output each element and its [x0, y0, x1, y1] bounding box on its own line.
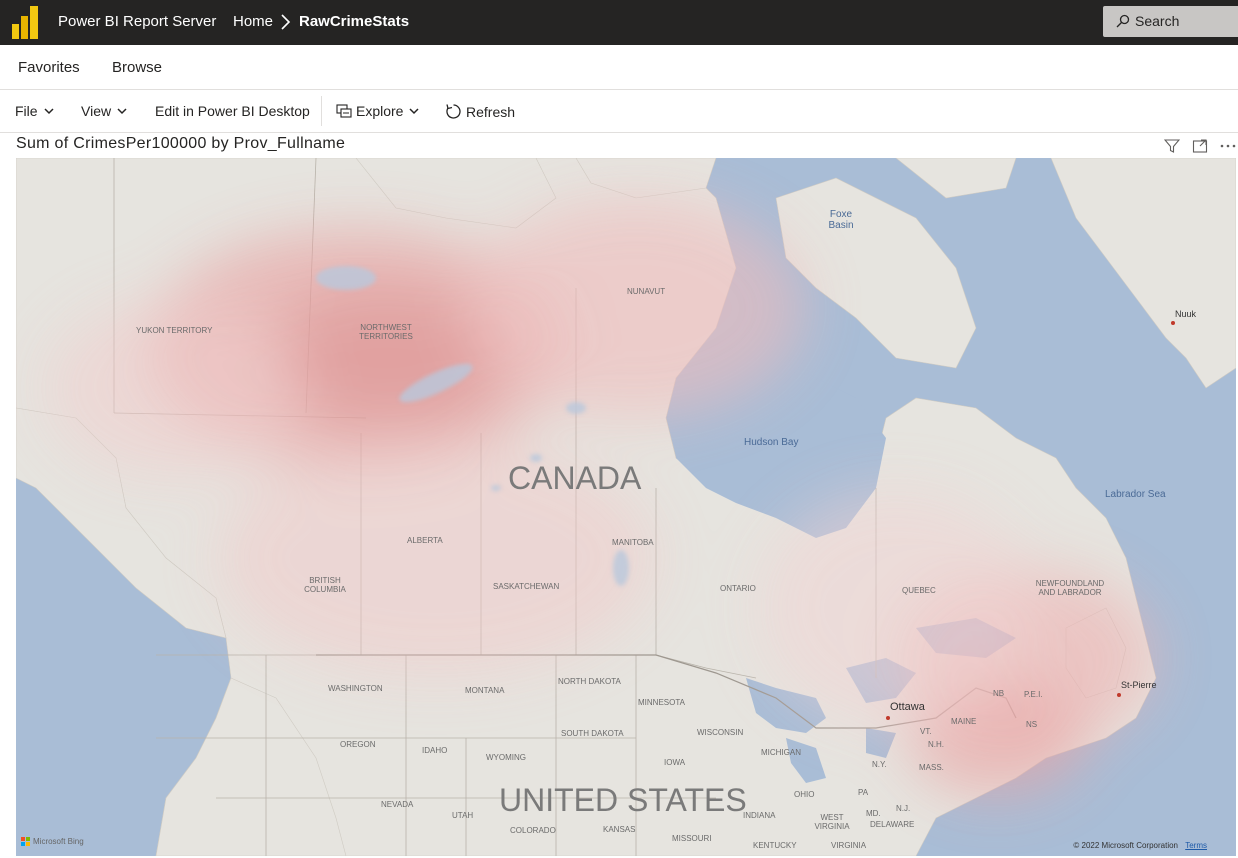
map-label-hudson-bay: Hudson Bay: [744, 437, 799, 448]
explore-menu-label: Explore: [356, 103, 404, 119]
chevron-down-icon: [409, 108, 419, 115]
nav-bar: Favorites Browse: [0, 45, 1238, 90]
map-label-pa: PA: [858, 788, 869, 797]
map-label-oregon: OREGON: [340, 740, 376, 749]
map-label-nl: NEWFOUNDLAND AND LABRADOR: [1035, 579, 1105, 597]
map-copyright: © 2022 Microsoft Corporation: [1073, 841, 1178, 850]
microsoft-logo-icon: [21, 837, 30, 846]
search-icon: [1116, 14, 1130, 28]
city-dot-nuuk: [1171, 321, 1175, 325]
refresh-icon: [446, 104, 461, 119]
map-label-ontario: ONTARIO: [720, 584, 756, 593]
map-label-nj: N.J.: [896, 804, 911, 813]
top-bar: Power BI Report Server Home RawCrimeStat…: [0, 0, 1238, 45]
map-label-south-dakota: SOUTH DAKOTA: [561, 729, 624, 738]
more-options-icon[interactable]: [1219, 138, 1237, 154]
map-label-montana: MONTANA: [465, 686, 505, 695]
map-label-maine: MAINE: [951, 717, 977, 726]
map-label-nuuk: Nuuk: [1175, 309, 1197, 319]
map-label-minnesota: MINNESOTA: [638, 698, 685, 707]
map-label-ns: NS: [1026, 720, 1038, 729]
map-basemap: [16, 158, 1236, 856]
map-label-vt: VT.: [920, 727, 932, 736]
map-label-west-virginia: WEST VIRGINIA: [814, 813, 850, 831]
map-label-bc: BRITISH COLUMBIA: [304, 576, 346, 594]
power-bi-logo-icon: [12, 6, 38, 39]
chevron-right-icon: [281, 14, 291, 30]
view-menu-button[interactable]: View: [81, 103, 129, 119]
map-label-virginia: VIRGINIA: [831, 841, 867, 850]
map-label-ottawa: Ottawa: [890, 701, 925, 713]
map-label-indiana: INDIANA: [743, 811, 776, 820]
visual-title: Sum of CrimesPer100000 by Prov_Fullname: [16, 135, 346, 152]
map-label-md: MD.: [866, 809, 881, 818]
map-label-ohio: OHIO: [794, 790, 815, 799]
refresh-label: Refresh: [466, 103, 516, 120]
map-label-utah: UTAH: [452, 811, 474, 820]
search-box[interactable]: Search: [1103, 6, 1238, 37]
map-label-kansas: KANSAS: [603, 825, 636, 834]
breadcrumb-home[interactable]: Home: [233, 13, 273, 30]
map-label-ny: N.Y.: [872, 760, 887, 769]
chevron-down-icon: [44, 108, 54, 115]
city-dot-st-pierre: [1117, 693, 1121, 697]
refresh-button[interactable]: Refresh: [445, 103, 515, 120]
map-visual[interactable]: YUKON TERRITORY NORTHWEST TERRITORIES NU…: [16, 158, 1236, 856]
nav-favorites[interactable]: Favorites: [18, 59, 80, 76]
filter-icon[interactable]: [1164, 138, 1180, 154]
bing-attribution: Microsoft Bing: [21, 837, 84, 846]
map-label-michigan: MICHIGAN: [761, 748, 801, 757]
map-label-labrador-sea: Labrador Sea: [1105, 489, 1166, 500]
map-label-nwt: NORTHWEST TERRITORIES: [359, 323, 413, 341]
map-label-manitoba: MANITOBA: [612, 538, 654, 547]
map-label-canada: CANADA: [508, 460, 642, 496]
map-label-mass: MASS.: [919, 763, 944, 772]
map-label-foxe-basin: Foxe Basin: [828, 209, 854, 231]
toolbar-divider: [321, 96, 322, 126]
map-label-iowa: IOWA: [664, 758, 686, 767]
explore-icon: [336, 104, 352, 118]
map-label-colorado: COLORADO: [510, 826, 556, 835]
search-label: Search: [1135, 13, 1180, 29]
chevron-down-icon: [117, 108, 127, 115]
nav-browse[interactable]: Browse: [112, 59, 162, 76]
city-dot-ottawa: [886, 716, 890, 720]
bing-label: Microsoft Bing: [33, 837, 84, 846]
map-label-united-states: UNITED STATES: [499, 782, 747, 818]
map-label-st-pierre: St-Pierre: [1121, 680, 1157, 690]
map-label-quebec: QUEBEC: [902, 586, 936, 595]
view-menu-label: View: [81, 103, 112, 119]
file-menu-label: File: [15, 103, 38, 119]
map-label-yukon: YUKON TERRITORY: [136, 326, 213, 335]
edit-in-desktop-label: Edit in Power BI Desktop: [155, 103, 310, 119]
map-label-idaho: IDAHO: [422, 746, 448, 755]
map-label-nevada: NEVADA: [381, 800, 414, 809]
map-label-pei: P.E.I.: [1024, 690, 1043, 699]
explore-menu-button[interactable]: Explore: [336, 103, 421, 119]
map-label-wyoming: WYOMING: [486, 753, 526, 762]
map-label-nh: N.H.: [928, 740, 944, 749]
map-label-wisconsin: WISCONSIN: [697, 728, 744, 737]
report-toolbar: File View Edit in Power BI Desktop Explo…: [0, 90, 1238, 133]
map-terms-link[interactable]: Terms: [1185, 841, 1207, 850]
focus-mode-icon[interactable]: [1192, 138, 1208, 154]
map-label-delaware: DELAWARE: [870, 820, 915, 829]
map-label-missouri: MISSOURI: [672, 834, 712, 843]
map-label-alberta: ALBERTA: [407, 536, 443, 545]
edit-in-desktop-button[interactable]: Edit in Power BI Desktop: [155, 103, 310, 119]
file-menu-button[interactable]: File: [15, 103, 56, 119]
map-label-washington: WASHINGTON: [328, 684, 383, 693]
map-label-saskatchewan: SASKATCHEWAN: [493, 582, 560, 591]
app-name[interactable]: Power BI Report Server: [58, 13, 216, 30]
map-label-north-dakota: NORTH DAKOTA: [558, 677, 621, 686]
breadcrumb-current: RawCrimeStats: [299, 13, 410, 30]
map-label-nb: NB: [993, 689, 1005, 698]
map-label-nunavut: NUNAVUT: [627, 287, 666, 296]
map-label-kentucky: KENTUCKY: [753, 841, 797, 850]
